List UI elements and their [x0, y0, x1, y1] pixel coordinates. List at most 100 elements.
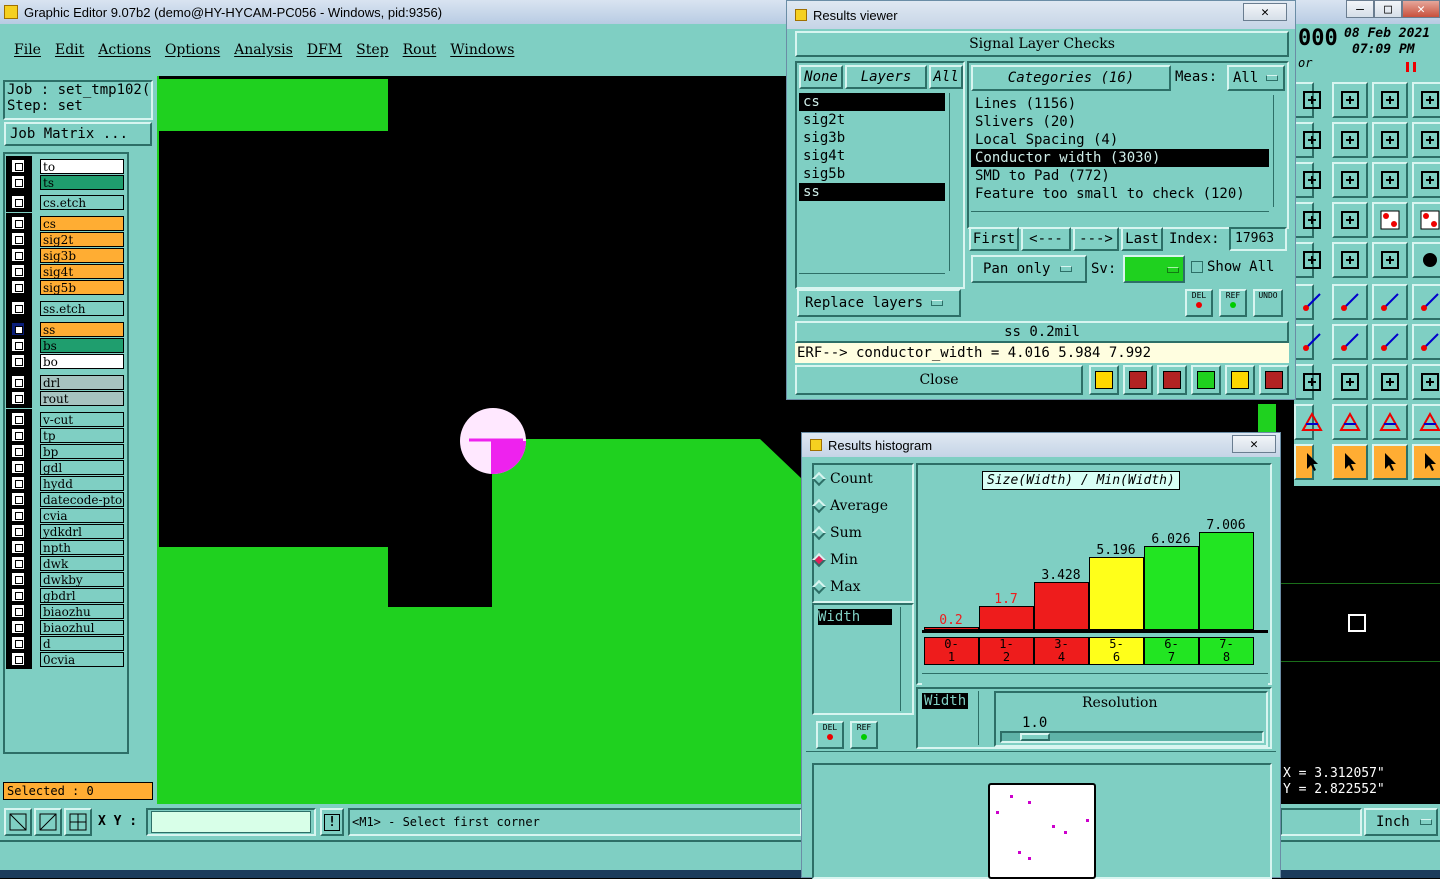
hist-delete-button[interactable]: DEL	[816, 721, 844, 749]
layer-checkbox[interactable]	[11, 248, 25, 262]
layer-checkbox[interactable]	[11, 338, 25, 352]
layer-row-v-cut[interactable]: v-cut	[8, 411, 124, 427]
bin-label[interactable]: 0- 1	[924, 637, 979, 665]
link-tool-button[interactable]	[1412, 284, 1440, 320]
layer-checkbox[interactable]	[11, 264, 25, 278]
layer-row-cs[interactable]: cs	[8, 215, 124, 231]
layer-checkbox[interactable]	[11, 620, 25, 634]
layer-row-sig2t[interactable]: sig2t	[8, 231, 124, 247]
layer-checkbox[interactable]	[11, 375, 25, 389]
bin-label[interactable]: 6- 7	[1144, 637, 1199, 665]
layer-checkbox[interactable]	[11, 391, 25, 405]
layer-stack-tool-button[interactable]	[1372, 202, 1408, 238]
all-layers-button[interactable]: All	[929, 65, 963, 89]
undo-button[interactable]: UNDO	[1253, 289, 1283, 317]
layer-row-bs[interactable]: bs	[8, 337, 124, 353]
pointer-circle-tool-button[interactable]	[1372, 444, 1408, 480]
line-tool-button[interactable]	[1332, 324, 1368, 360]
layer-checkbox[interactable]	[11, 652, 25, 666]
filter-button[interactable]	[1157, 365, 1187, 395]
next-button[interactable]: --->	[1073, 227, 1119, 251]
results-viewer-close-button[interactable]: ✕	[1243, 3, 1287, 21]
peak-red-tool-button[interactable]	[1372, 404, 1408, 440]
layer-row-gbdrl[interactable]: gbdrl	[8, 587, 124, 603]
result-layer-item[interactable]: sig5b	[799, 165, 945, 183]
layer-row-biaozhu[interactable]: biaozhu	[8, 603, 124, 619]
board-preview[interactable]	[988, 783, 1096, 879]
histogram-bar[interactable]	[1144, 546, 1199, 630]
grid-button[interactable]	[64, 808, 92, 836]
layer-row-tp[interactable]: tp	[8, 427, 124, 443]
mode-radio-min[interactable]: Min	[811, 552, 858, 568]
layer-toggle-tool-button[interactable]	[1294, 242, 1321, 278]
mode-radio-sum[interactable]: Sum	[811, 525, 862, 541]
layer-checkbox[interactable]	[11, 492, 25, 506]
hist-reference-button[interactable]: REF	[850, 721, 878, 749]
layer-row-dwk[interactable]: dwk	[8, 555, 124, 571]
reference-button[interactable]: REF	[1219, 289, 1247, 317]
bin-label[interactable]: 5- 6	[1089, 637, 1144, 665]
histogram-bar[interactable]	[1199, 532, 1254, 630]
menu-analysis[interactable]: Analysis	[234, 42, 293, 58]
graphic-canvas[interactable]	[157, 76, 802, 804]
sv-color-dropdown[interactable]	[1123, 255, 1185, 283]
layer-row-ss.etch[interactable]: ss.etch	[8, 300, 124, 316]
triangle-tool-button[interactable]	[1294, 404, 1323, 440]
layer-row-ss[interactable]: ss	[8, 321, 124, 337]
layer-checkbox[interactable]	[11, 444, 25, 458]
report-button[interactable]	[1191, 365, 1221, 395]
layer-checkbox[interactable]	[11, 412, 25, 426]
route-tool-button[interactable]	[1294, 284, 1321, 320]
copy-tool-button[interactable]	[1294, 122, 1321, 158]
layer-checkbox[interactable]	[11, 301, 25, 315]
layer-row-dwkby[interactable]: dwkby	[8, 571, 124, 587]
h-line-tool-button[interactable]	[1332, 364, 1368, 400]
layer-checkbox[interactable]	[11, 195, 25, 209]
layer-row-ts[interactable]: ts	[8, 174, 124, 190]
menu-edit[interactable]: Edit	[55, 42, 84, 58]
mirror-tool-button[interactable]	[1412, 122, 1440, 158]
zoom-out-button[interactable]	[34, 808, 62, 836]
layer-checkbox[interactable]	[11, 460, 25, 474]
histogram-bar[interactable]	[979, 606, 1034, 630]
layer-checkbox[interactable]	[11, 556, 25, 570]
layer-row-ydkdrl[interactable]: ydkdrl	[8, 523, 124, 539]
layer-checkbox[interactable]	[11, 280, 25, 294]
screenshot-button[interactable]	[1123, 365, 1153, 395]
replace-layers-dropdown[interactable]: Replace layers	[797, 289, 961, 317]
layer-row-cs.etch[interactable]: cs.etch	[8, 194, 124, 210]
category-item[interactable]: Conductor width (3030)	[971, 149, 1269, 167]
cross-tool-button[interactable]	[1332, 284, 1368, 320]
layer-row-biaozhul[interactable]: biaozhul	[8, 619, 124, 635]
layer-results-list[interactable]: cs sig2t sig3b sig4t sig5b ss	[799, 93, 945, 271]
layer-checkbox[interactable]	[11, 322, 25, 336]
close-results-button[interactable]: Close	[795, 365, 1083, 395]
layer-row-drl[interactable]: drl	[8, 374, 124, 390]
layer-checkbox[interactable]	[11, 524, 25, 538]
histogram-button[interactable]	[1259, 365, 1289, 395]
layer-row-datecode-pto[interactable]: datecode-pto	[8, 491, 124, 507]
menu-rout[interactable]: Rout	[403, 42, 437, 58]
show-all-checkbox[interactable]	[1191, 261, 1203, 273]
xy-input[interactable]	[151, 811, 311, 833]
hist-hscrollbar[interactable]	[806, 751, 1276, 763]
zoom-tool-button[interactable]	[4, 808, 32, 836]
layer-checkbox[interactable]	[11, 428, 25, 442]
layer-row-npth[interactable]: npth	[8, 539, 124, 555]
mode-radio-count[interactable]: Count	[811, 471, 873, 487]
right-canvas-area[interactable]: X = 3.312057" Y = 2.822552"	[1281, 486, 1440, 804]
bin-label[interactable]: 3- 4	[1034, 637, 1089, 665]
multi-pointer-tool-button[interactable]	[1412, 444, 1440, 480]
resolution-slider-thumb[interactable]	[1020, 733, 1050, 741]
rotate-tool-button[interactable]	[1372, 122, 1408, 158]
layers-button[interactable]: Layers	[845, 65, 927, 89]
category-item[interactable]: Feature too small to check (120)	[971, 185, 1269, 203]
arc-tool-button[interactable]	[1372, 324, 1408, 360]
move-tool-button[interactable]	[1332, 122, 1368, 158]
category-list-hscrollbar[interactable]	[971, 211, 1269, 223]
mode-radio-average[interactable]: Average	[811, 498, 888, 514]
ratio-tool-button[interactable]	[1372, 162, 1408, 198]
histogram-bar[interactable]	[1034, 582, 1089, 630]
category-item[interactable]: SMD to Pad (772)	[971, 167, 1269, 185]
menu-dfm[interactable]: DFM	[307, 42, 342, 58]
